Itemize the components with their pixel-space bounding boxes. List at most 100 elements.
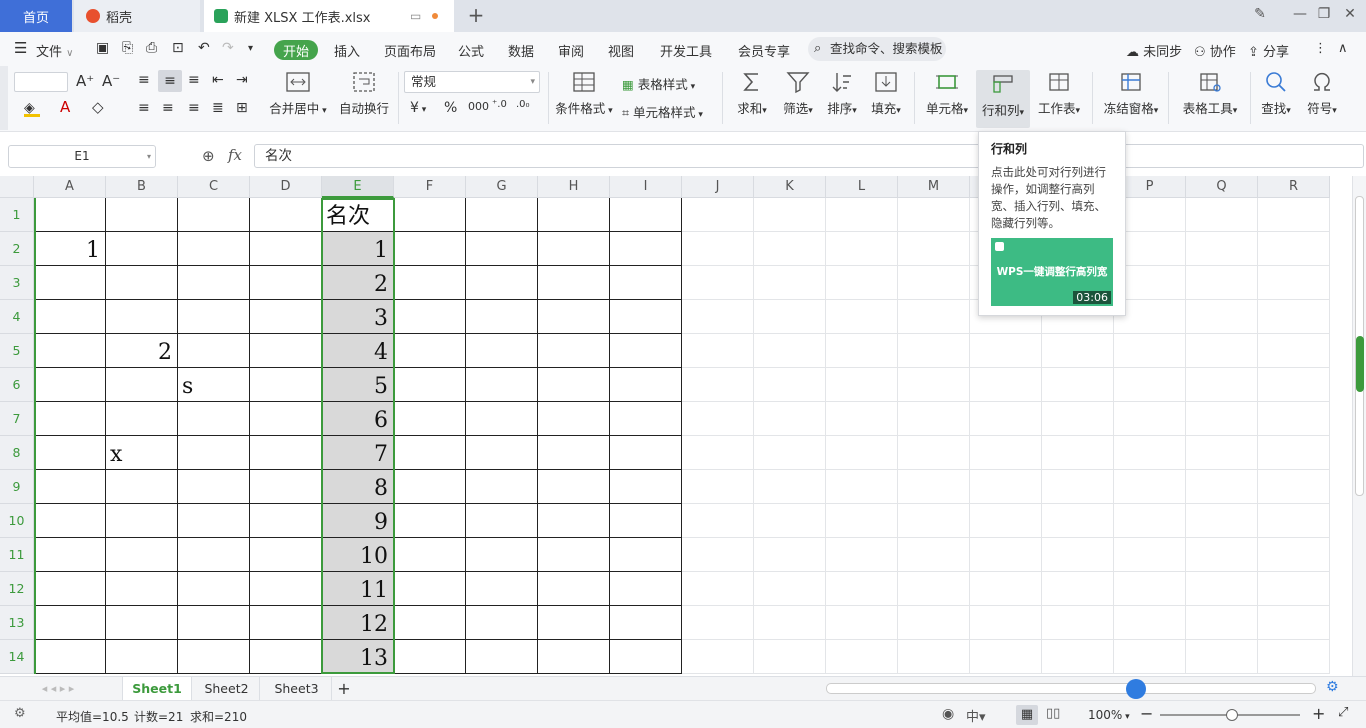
cell-b12[interactable]	[106, 572, 178, 606]
cell-p8[interactable]	[1114, 436, 1186, 470]
cell-l5[interactable]	[826, 334, 898, 368]
cell-i1[interactable]	[610, 198, 682, 232]
hamburger-icon[interactable]: ☰	[14, 39, 27, 57]
table-tools-button[interactable]: 表格工具▾	[1178, 70, 1242, 117]
align-right-icon[interactable]: ≡	[188, 100, 200, 116]
column-header-c[interactable]: C	[178, 176, 250, 198]
thousands-icon[interactable]: 000	[468, 100, 489, 113]
cell-p9[interactable]	[1114, 470, 1186, 504]
cell-f5[interactable]	[394, 334, 466, 368]
cell-o11[interactable]	[1042, 538, 1114, 572]
cell-p13[interactable]	[1114, 606, 1186, 640]
clear-format-icon[interactable]: ◇	[92, 98, 104, 116]
fullscreen-icon[interactable]: ⤢	[1338, 705, 1348, 720]
row-header-4[interactable]: 4	[0, 300, 34, 334]
tooltip-video[interactable]: WPS一键调整行高列宽 03:06	[991, 238, 1113, 306]
quick-access-dropdown-icon[interactable]: ▾	[248, 43, 253, 54]
cell-m13[interactable]	[898, 606, 970, 640]
cell-i7[interactable]	[610, 402, 682, 436]
cell-c8[interactable]	[178, 436, 250, 470]
cell-j2[interactable]	[682, 232, 754, 266]
cell-a1[interactable]	[34, 198, 106, 232]
cell-b7[interactable]	[106, 402, 178, 436]
table-style-button[interactable]: ▦ 表格样式 ▾	[622, 74, 695, 93]
cell-style-button[interactable]: ⌗ 单元格样式 ▾	[622, 102, 703, 121]
cell-b4[interactable]	[106, 300, 178, 334]
symbol-button[interactable]: 符号▾	[1302, 70, 1342, 117]
cell-p6[interactable]	[1114, 368, 1186, 402]
cell-k8[interactable]	[754, 436, 826, 470]
cell-q2[interactable]	[1186, 232, 1258, 266]
cell-a8[interactable]	[34, 436, 106, 470]
cell-g11[interactable]	[466, 538, 538, 572]
fill-color-icon[interactable]: ◈	[24, 100, 40, 117]
cell-r5[interactable]	[1258, 334, 1330, 368]
zoom-formula-icon[interactable]: ⊕	[202, 147, 215, 165]
assistant-toolbar[interactable]: ⚙	[1126, 679, 1356, 699]
cell-m4[interactable]	[898, 300, 970, 334]
cell-g1[interactable]	[466, 198, 538, 232]
decrease-decimal-icon[interactable]: .0₀	[516, 99, 530, 110]
cell-j11[interactable]	[682, 538, 754, 572]
cell-l9[interactable]	[826, 470, 898, 504]
cell-m11[interactable]	[898, 538, 970, 572]
cell-e1[interactable]: 名次	[322, 198, 394, 232]
cell-o7[interactable]	[1042, 402, 1114, 436]
cell-h10[interactable]	[538, 504, 610, 538]
normal-view-icon[interactable]: ▦	[1016, 705, 1038, 725]
cell-r12[interactable]	[1258, 572, 1330, 606]
cell-d3[interactable]	[250, 266, 322, 300]
cell-l10[interactable]	[826, 504, 898, 538]
more-icon[interactable]: ⋮	[1314, 41, 1327, 56]
cell-i4[interactable]	[610, 300, 682, 334]
cell-d13[interactable]	[250, 606, 322, 640]
column-header-m[interactable]: M	[898, 176, 970, 198]
cell-p12[interactable]	[1114, 572, 1186, 606]
cell-k7[interactable]	[754, 402, 826, 436]
cell-e13[interactable]: 12	[322, 606, 394, 640]
scroll-thumb[interactable]	[1356, 336, 1364, 392]
share-button[interactable]: ⇪ 分享	[1248, 41, 1289, 60]
sheet-tab-1[interactable]: Sheet1	[122, 677, 192, 700]
column-header-i[interactable]: I	[610, 176, 682, 198]
ribbon-scroll-left[interactable]	[0, 66, 8, 130]
new-tab-button[interactable]: +	[464, 3, 488, 27]
cell-q6[interactable]	[1186, 368, 1258, 402]
cell-j13[interactable]	[682, 606, 754, 640]
cell-g2[interactable]	[466, 232, 538, 266]
align-middle-icon[interactable]: ≡	[158, 70, 182, 92]
cell-l8[interactable]	[826, 436, 898, 470]
cell-c5[interactable]	[178, 334, 250, 368]
column-header-e[interactable]: E	[322, 176, 394, 198]
name-box[interactable]: E1 ▾	[8, 145, 156, 168]
cell-m14[interactable]	[898, 640, 970, 674]
cell-a7[interactable]	[34, 402, 106, 436]
cell-k2[interactable]	[754, 232, 826, 266]
row-header-5[interactable]: 5	[0, 334, 34, 368]
indent-decrease-icon[interactable]: ⇤	[212, 72, 224, 88]
cell-b14[interactable]	[106, 640, 178, 674]
cell-m12[interactable]	[898, 572, 970, 606]
cell-g12[interactable]	[466, 572, 538, 606]
cell-k4[interactable]	[754, 300, 826, 334]
cell-i8[interactable]	[610, 436, 682, 470]
formula-input[interactable]: 名次	[254, 144, 1364, 168]
wrap-text-button[interactable]: 自动换行	[336, 70, 392, 117]
align-top-icon[interactable]: ≡	[138, 72, 150, 88]
cell-e11[interactable]: 10	[322, 538, 394, 572]
filter-button[interactable]: 筛选▾	[780, 70, 816, 117]
cell-r11[interactable]	[1258, 538, 1330, 572]
freeze-panes-button[interactable]: 冻结窗格▾	[1100, 70, 1162, 117]
merge-center-button[interactable]: 合并居中 ▾	[268, 70, 328, 117]
cell-k1[interactable]	[754, 198, 826, 232]
cell-d9[interactable]	[250, 470, 322, 504]
cell-l1[interactable]	[826, 198, 898, 232]
cell-p7[interactable]	[1114, 402, 1186, 436]
cell-d4[interactable]	[250, 300, 322, 334]
cell-i6[interactable]	[610, 368, 682, 402]
cell-n8[interactable]	[970, 436, 1042, 470]
cell-d14[interactable]	[250, 640, 322, 674]
cell-g4[interactable]	[466, 300, 538, 334]
row-header-11[interactable]: 11	[0, 538, 34, 572]
cell-l12[interactable]	[826, 572, 898, 606]
